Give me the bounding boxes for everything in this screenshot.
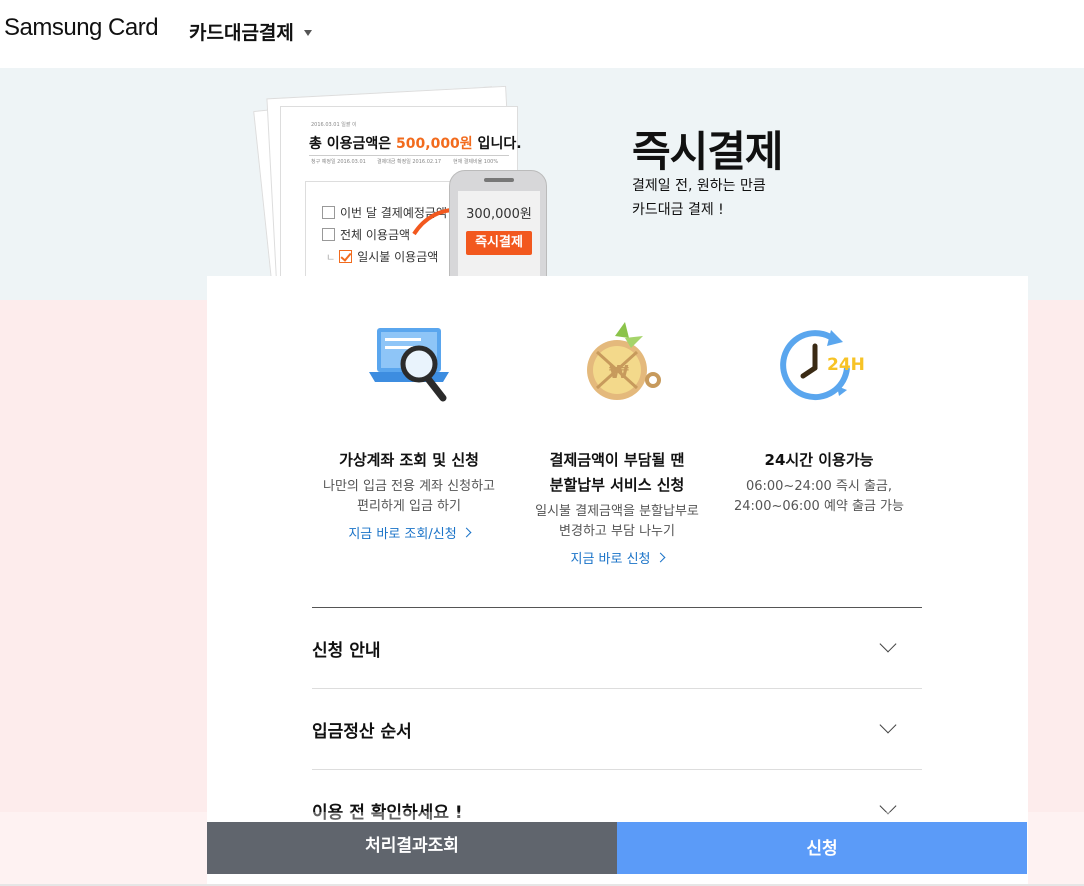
feature-title-line-1: 가상계좌 조회 및 신청: [339, 451, 479, 469]
laptop-search-icon: [369, 328, 449, 402]
svg-text:₩: ₩: [609, 362, 629, 383]
hero-description: 결제일 전, 원하는 만큼 카드대금 결제 !: [632, 174, 766, 222]
option-row-3: ㄴ 일시불 이용금액: [326, 248, 438, 265]
category-dropdown-label: 카드대금결제: [189, 22, 294, 44]
installment-apply-link-label: 지금 바로 신청: [570, 552, 651, 567]
option-label-2: 전체 이용금액: [340, 228, 411, 242]
feature-title-line-1: 결제금액이 부담될 땐: [549, 451, 685, 469]
installment-apply-link[interactable]: 지금 바로 신청: [570, 548, 665, 567]
statement-small-text: 2016.03.01 일괄 이: [311, 122, 357, 128]
phone-amount: 300,000원: [466, 207, 532, 222]
feature-title: 24시간 이용가능: [719, 448, 919, 473]
virtual-account-link-label: 지금 바로 조회/신청: [348, 527, 457, 542]
feature-title: 가상계좌 조회 및 신청: [309, 448, 509, 473]
statement-total-amount: 500,000원: [396, 136, 473, 152]
checkbox-icon: [322, 228, 335, 241]
statement-total-prefix: 총 이용금액은: [309, 136, 397, 152]
hero-banner: 2016.03.01 일괄 이 총 이용금액은 500,000원 입니다. 청구…: [0, 68, 1084, 300]
checked-checkbox-icon: [339, 250, 353, 263]
content-card: 가상계좌 조회 및 신청 나만의 입금 전용 계좌 신청하고 편리하게 입금 하…: [207, 276, 1028, 886]
checkbox-icon: [322, 206, 335, 219]
accordion-settlement-order[interactable]: 입금정산 순서: [312, 689, 922, 770]
feature-description: 06:00~24:00 즉시 출금, 24:00~06:00 예약 출금 가능: [719, 477, 919, 517]
feature-description-line-1: 나만의 입금 전용 계좌 신청하고: [322, 479, 495, 494]
option-row-2: 전체 이용금액: [322, 226, 410, 243]
result-inquiry-button[interactable]: 처리결과조회: [207, 822, 617, 874]
samsung-card-logo[interactable]: Samsung Card: [4, 14, 159, 42]
chevron-right-icon: [655, 552, 665, 563]
accordion-label: 신청 안내: [312, 641, 381, 661]
category-dropdown[interactable]: 카드대금결제: [189, 18, 312, 45]
page-title: 즉시결제: [632, 127, 784, 176]
option-label-3: 일시불 이용금액: [357, 250, 439, 264]
feature-virtual-account: 가상계좌 조회 및 신청 나만의 입금 전용 계좌 신청하고 편리하게 입금 하…: [309, 316, 509, 542]
feature-description-line-2: 24:00~06:00 예약 출금 가능: [734, 499, 904, 514]
svg-text:24H: 24H: [827, 355, 865, 375]
statement-total-suffix: 입니다.: [472, 136, 522, 152]
feature-description-line-2: 변경하고 부담 나누기: [559, 524, 675, 539]
feature-title-line-2: 분할납부 서비스 신청: [549, 476, 685, 494]
feature-description-line-2: 편리하게 입금 하기: [357, 499, 461, 514]
feature-description: 일시불 결제금액을 분할납부로 변경하고 부담 나누기: [517, 502, 717, 542]
split-pizza-icon: ₩: [587, 322, 661, 400]
feature-title-line-1: 24시간 이용가능: [764, 451, 874, 469]
statement-meta-3: 현재 결제비율 100%: [453, 159, 499, 165]
feature-installment: ₩ 결제금액이 부담될 땐 분할납부 서비스 신청 일시불 결제금액을 분할납부…: [517, 316, 717, 567]
virtual-account-link[interactable]: 지금 바로 조회/신청: [348, 523, 472, 542]
clock-24h-icon: 24H: [780, 330, 865, 401]
apply-button[interactable]: 신청: [617, 822, 1027, 874]
accordion-apply-guide[interactable]: 신청 안내: [312, 608, 922, 689]
chevron-down-icon: [879, 716, 897, 734]
hero-description-line-1: 결제일 전, 원하는 만큼: [632, 178, 766, 194]
sub-branch-icon: ㄴ: [326, 253, 336, 264]
statement-meta-2: 결제대금 확정일 2016.02.17: [377, 159, 442, 165]
feature-24h: 24H 24시간 이용가능 06:00~24:00 즉시 출금, 24:00~0…: [719, 316, 919, 517]
statement-meta-1: 청구 예정일 2016.03.01: [311, 159, 366, 165]
phone-instant-pay-button: 즉시결제: [466, 231, 532, 255]
caret-down-icon: [303, 29, 312, 36]
statement-divider: [309, 155, 509, 156]
feature-description: 나만의 입금 전용 계좌 신청하고 편리하게 입금 하기: [309, 477, 509, 517]
phone-speaker: [484, 178, 514, 182]
statement-total: 총 이용금액은 500,000원 입니다.: [309, 133, 522, 153]
feature-title: 결제금액이 부담될 땐 분할납부 서비스 신청: [517, 448, 717, 498]
hero-description-line-2: 카드대금 결제 !: [632, 202, 724, 218]
chevron-down-icon: [879, 635, 897, 653]
accordion-label: 입금정산 순서: [312, 722, 412, 742]
feature-description-line-1: 06:00~24:00 즉시 출금,: [745, 479, 893, 494]
top-bar: Samsung Card 카드대금결제: [0, 0, 1084, 68]
chevron-right-icon: [461, 527, 472, 538]
feature-description-line-1: 일시불 결제금액을 분할납부로: [535, 504, 699, 519]
